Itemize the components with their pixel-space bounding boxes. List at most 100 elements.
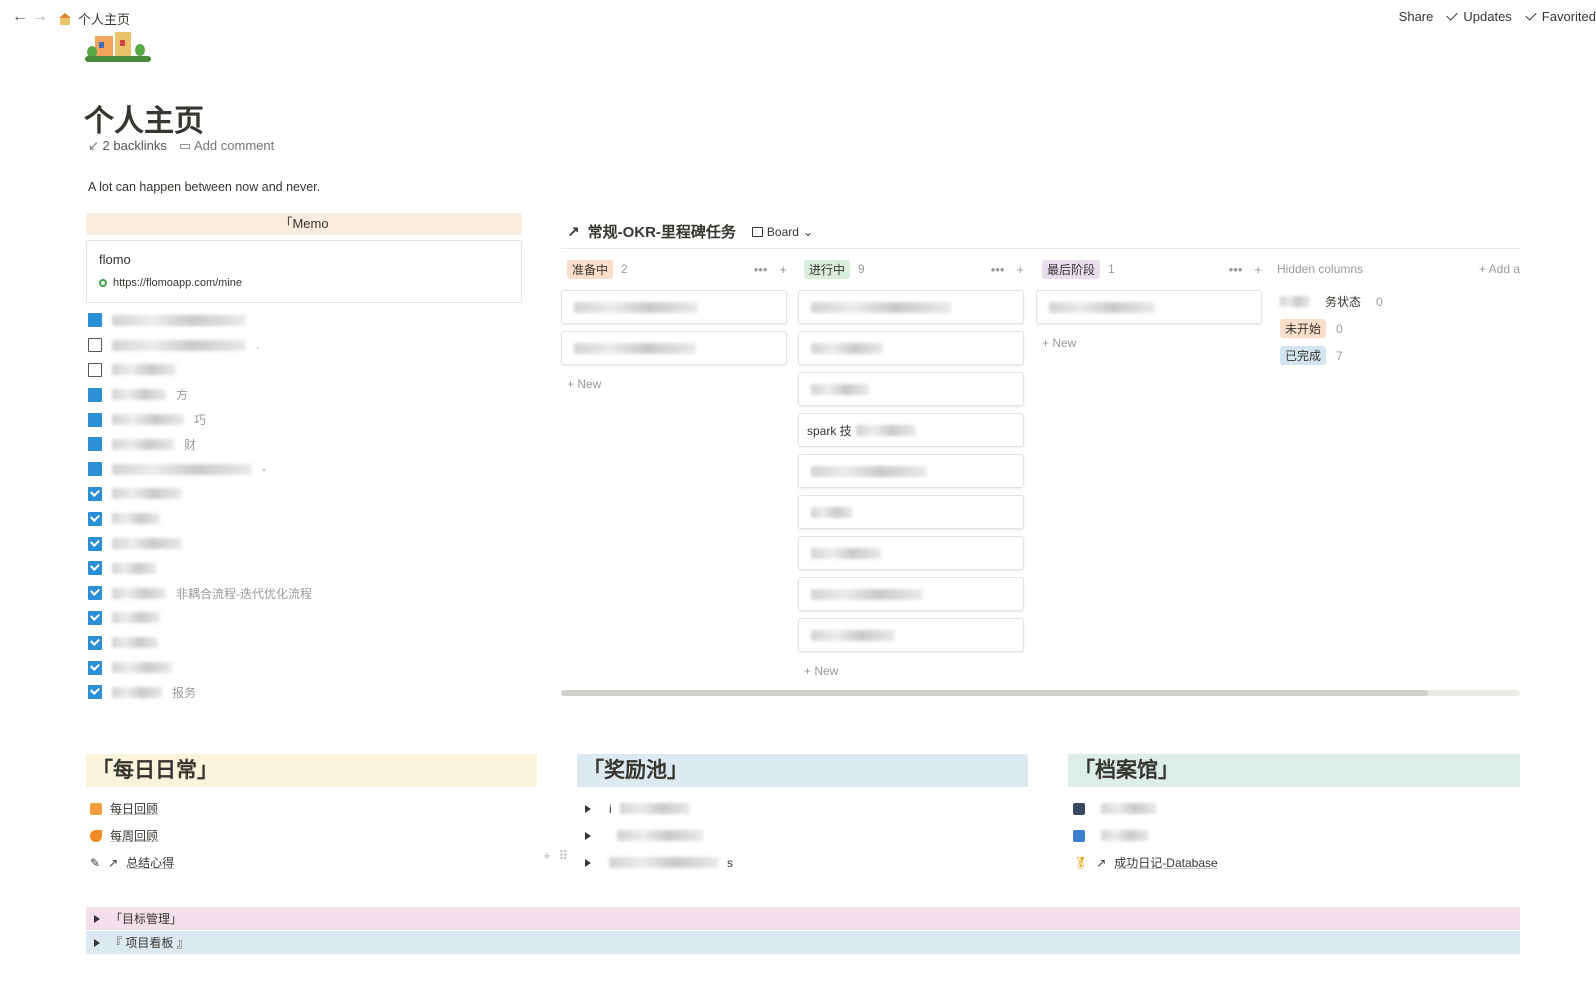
drag-handle-icon[interactable]: ⠿ [559, 848, 569, 864]
new-card-button[interactable]: + New [561, 377, 787, 391]
goal-management-toggle[interactable]: 「目标管理」 [86, 907, 1520, 930]
hidden-column-row[interactable]: 已完成 7 [1280, 342, 1520, 369]
column-tag[interactable]: 进行中 [804, 259, 851, 279]
project-board-toggle[interactable]: 『 项目看板 』 [86, 931, 1520, 954]
more-icon[interactable]: ••• [1229, 262, 1243, 277]
memo-list-item[interactable]: 财 [88, 432, 518, 457]
scrollbar-thumb[interactable] [561, 690, 1428, 696]
reward-section-title[interactable]: 「奖励池」 [577, 754, 1028, 787]
memo-list-item[interactable] [88, 606, 518, 631]
hidden-column-count: 0 [1376, 294, 1383, 309]
blurred-text [811, 301, 951, 313]
breadcrumb[interactable]: 个人主页 [58, 9, 130, 28]
updates-button[interactable]: Updates [1446, 9, 1512, 24]
page-quote[interactable]: A lot can happen between now and never. [88, 180, 320, 194]
back-arrow-icon[interactable]: ← [11, 8, 29, 26]
memo-list-item[interactable]: - [88, 457, 518, 482]
reward-toggle[interactable]: s [585, 849, 733, 876]
board-card[interactable] [798, 372, 1024, 406]
memo-header[interactable]: 「Memo [86, 213, 522, 235]
hidden-column-count: 7 [1336, 348, 1343, 363]
flomo-bookmark[interactable]: flomo https://flomoapp.com/mine [86, 240, 522, 303]
folder-icon [88, 462, 102, 477]
memo-list-item[interactable]: 巧 [88, 407, 518, 432]
memo-list-item[interactable]: 非耦合流程-迭代优化流程 [88, 581, 518, 606]
board-card[interactable] [561, 290, 787, 324]
memo-list-item[interactable] [88, 630, 518, 655]
forward-arrow-icon[interactable]: → [31, 8, 49, 26]
memo-list-item[interactable] [88, 308, 518, 333]
favorite-label: Favorited [1541, 9, 1596, 24]
board-header: ↗ 常规-OKR-里程碑任务 Board ⌄ [567, 221, 813, 242]
daily-section-title[interactable]: 「每日日常」 [86, 754, 537, 787]
checkbox-icon [88, 561, 102, 576]
add-icon[interactable]: + [779, 262, 787, 277]
more-icon[interactable]: ••• [991, 262, 1005, 277]
board-card[interactable]: spark 技 [798, 413, 1024, 447]
blurred-text [112, 389, 166, 401]
reward-toggle[interactable] [585, 822, 733, 849]
board-card[interactable] [561, 331, 787, 365]
toggle-triangle-icon[interactable] [94, 914, 100, 923]
folder-icon [88, 313, 102, 328]
memo-list-item[interactable] [88, 556, 518, 581]
board-view-icon [751, 226, 763, 237]
memo-list-item[interactable] [88, 506, 518, 531]
daily-review-link[interactable]: 每日回顾 [90, 795, 174, 822]
add-group-button[interactable]: + Add a [1479, 262, 1520, 276]
weekly-review-link[interactable]: 每周回顾 [90, 822, 174, 849]
hidden-column-row[interactable]: 未开始 0 [1280, 315, 1520, 342]
memo-list-item[interactable]: . [88, 333, 518, 358]
add-comment-label: Add comment [194, 138, 275, 153]
favorite-button[interactable]: Favorited [1525, 9, 1596, 24]
memo-list-item[interactable] [88, 531, 518, 556]
add-icon[interactable]: + [1254, 262, 1262, 277]
archive-link[interactable] [1073, 795, 1218, 822]
board-card[interactable] [798, 577, 1024, 611]
book-icon [90, 802, 102, 815]
add-icon[interactable]: + [1016, 262, 1024, 277]
new-card-button[interactable]: + New [798, 664, 1024, 678]
link-arrow-icon: ↗ [108, 855, 119, 870]
blurred-text [811, 506, 853, 518]
memo-list-item[interactable]: 报务 [88, 680, 518, 705]
hidden-column-row[interactable]: 务状态 0 [1280, 288, 1520, 315]
reward-toggle[interactable]: i [585, 795, 733, 822]
archive-section-title[interactable]: 「档案馆」 [1068, 754, 1520, 787]
memo-list-item[interactable] [88, 655, 518, 680]
share-button[interactable]: Share [1399, 9, 1434, 24]
board-card[interactable] [1036, 290, 1262, 324]
horizontal-scrollbar[interactable] [561, 690, 1520, 696]
board-column: 准备中 2 ••• + + New [561, 258, 787, 391]
success-diary-link[interactable]: 🏅︎ ↗ 成功日记-Database [1073, 849, 1218, 876]
board-card[interactable] [798, 290, 1024, 324]
toggle-triangle-icon[interactable] [585, 831, 591, 840]
column-tag[interactable]: 最后阶段 [1042, 259, 1101, 279]
board-title[interactable]: 常规-OKR-里程碑任务 [588, 221, 736, 242]
add-comment-button[interactable]: ▭ Add comment [179, 138, 274, 154]
board-card[interactable] [798, 495, 1024, 529]
board-card[interactable] [798, 536, 1024, 570]
memo-list-item[interactable] [88, 482, 518, 507]
board-card[interactable] [798, 331, 1024, 365]
toggle-triangle-icon[interactable] [94, 938, 100, 947]
toggle-triangle-icon[interactable] [585, 804, 591, 813]
link-icon [99, 279, 107, 287]
board-card[interactable] [798, 454, 1024, 488]
house-page-icon[interactable] [85, 32, 151, 62]
add-block-icon[interactable]: + [543, 848, 551, 864]
backlinks-button[interactable]: ↙ 2 backlinks [88, 138, 167, 154]
page-title[interactable]: 个人主页 [84, 96, 204, 140]
memo-list-item[interactable] [88, 358, 518, 383]
archive-link[interactable] [1073, 822, 1218, 849]
board-card[interactable] [798, 618, 1024, 652]
more-icon[interactable]: ••• [754, 262, 768, 277]
column-tag[interactable]: 准备中 [567, 259, 614, 279]
memo-list-item[interactable]: 方 [88, 382, 518, 407]
summary-link[interactable]: ✎ ↗ 总结心得 [90, 849, 174, 876]
new-card-button[interactable]: + New [1036, 336, 1262, 350]
toggle-triangle-icon[interactable] [585, 858, 591, 867]
board-view-switcher[interactable]: Board ⌄ [751, 225, 813, 239]
block-handle[interactable]: + ⠿ [543, 848, 568, 864]
document-icon [88, 362, 102, 377]
